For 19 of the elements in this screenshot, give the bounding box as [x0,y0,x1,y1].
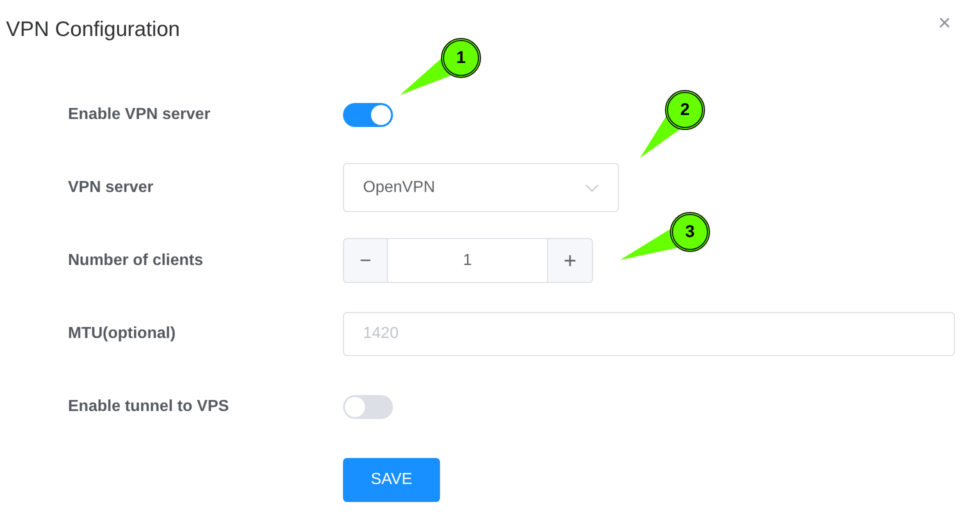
dialog-title: VPN Configuration [6,17,180,43]
close-button[interactable]: × [938,9,951,37]
toggle-switch[interactable] [343,394,393,418]
field-label: Enable tunnel to VPS [67,396,230,416]
save-button[interactable]: SAVE [343,458,440,502]
callout-number: 3 [670,212,710,252]
toggle-switch[interactable] [343,102,393,126]
field-label: Enable VPN server [67,104,212,124]
field-label: VPN server [67,178,154,198]
select-field[interactable]: OpenVPN [343,163,619,212]
mtu-field[interactable]: 1420 [343,312,955,356]
callout-number: 2 [665,90,705,130]
chevron-down-icon [585,184,599,192]
decrement-button[interactable]: − [343,238,388,283]
field-label: MTU(optional) [67,324,177,344]
increment-button[interactable]: + [547,238,593,283]
select-value: OpenVPN [363,178,436,198]
field-label: Number of clients [67,250,204,270]
callout-number: 1 [441,38,481,78]
